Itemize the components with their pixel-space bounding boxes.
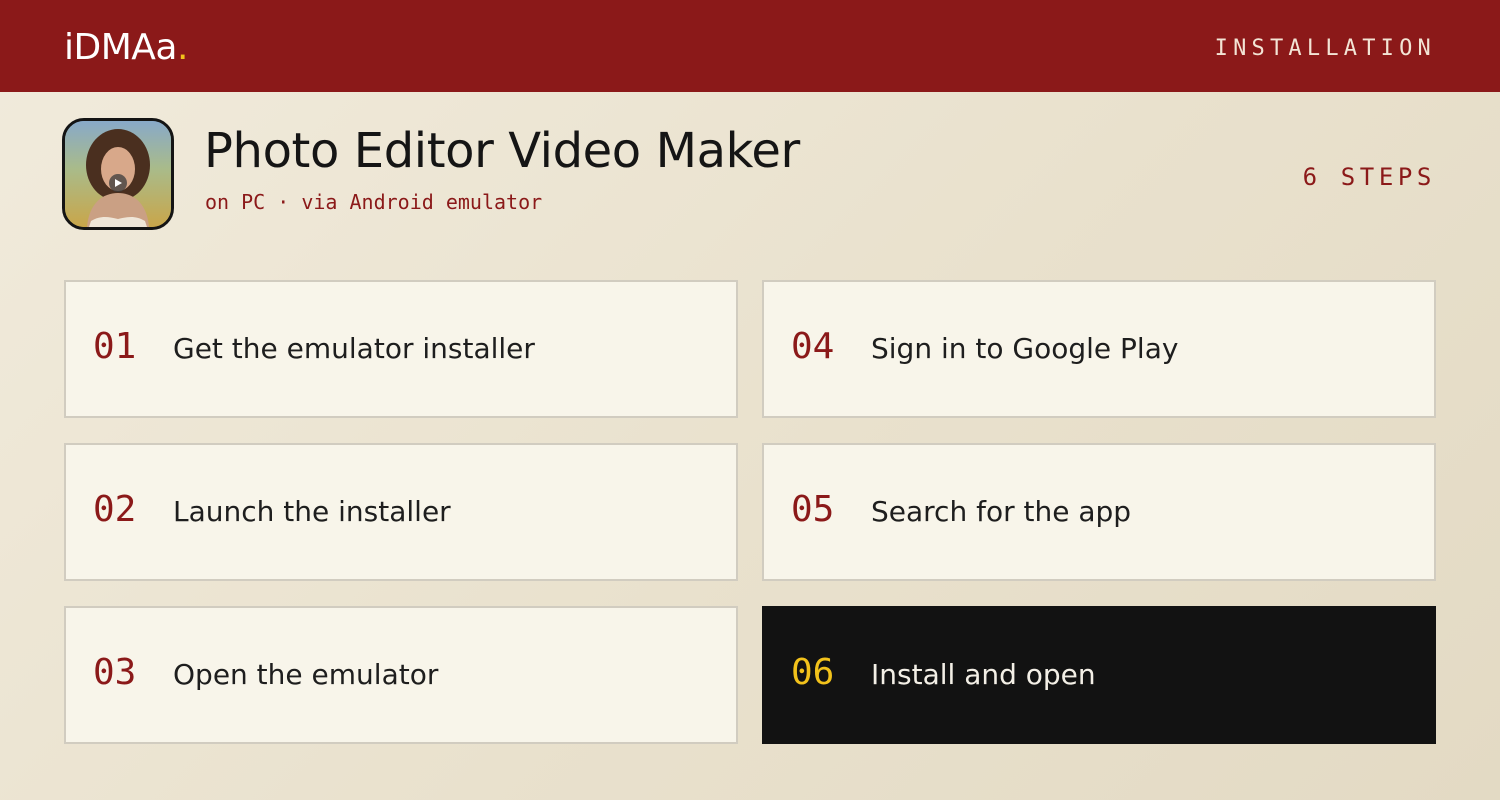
step-label: Open the emulator xyxy=(173,658,439,691)
step-label: Install and open xyxy=(871,658,1096,691)
step-count: 6 STEPS xyxy=(1302,163,1436,191)
step-number: 01 xyxy=(93,326,137,367)
app-title: Photo Editor Video Maker xyxy=(204,123,800,179)
step-card-01[interactable]: 01 Get the emulator installer xyxy=(64,280,738,418)
step-label: Get the emulator installer xyxy=(173,332,535,365)
step-number: 05 xyxy=(791,489,835,530)
step-card-02[interactable]: 02 Launch the installer xyxy=(64,443,738,581)
app-subtitle: on PC · via Android emulator xyxy=(205,190,543,214)
step-label: Sign in to Google Play xyxy=(871,332,1179,365)
steps-grid: 01 Get the emulator installer 02 Launch … xyxy=(64,280,1436,744)
step-label: Launch the installer xyxy=(173,495,451,528)
step-number: 03 xyxy=(93,652,137,693)
step-card-04[interactable]: 04 Sign in to Google Play xyxy=(762,280,1436,418)
step-number: 06 xyxy=(791,652,835,693)
step-number: 02 xyxy=(93,489,137,530)
step-card-05[interactable]: 05 Search for the app xyxy=(762,443,1436,581)
app-icon-portrait xyxy=(65,121,171,227)
step-number: 04 xyxy=(791,326,835,367)
step-label: Search for the app xyxy=(871,495,1132,528)
section-label: INSTALLATION xyxy=(1214,36,1436,61)
app-icon xyxy=(62,118,174,230)
brand-logo[interactable]: iDMAa. xyxy=(64,26,188,70)
brand-name: iDMAa xyxy=(64,27,177,68)
step-card-03[interactable]: 03 Open the emulator xyxy=(64,606,738,744)
step-card-06-active[interactable]: 06 Install and open xyxy=(762,606,1436,744)
top-header-bar: iDMAa. INSTALLATION xyxy=(0,0,1500,92)
brand-dot: . xyxy=(176,27,188,68)
